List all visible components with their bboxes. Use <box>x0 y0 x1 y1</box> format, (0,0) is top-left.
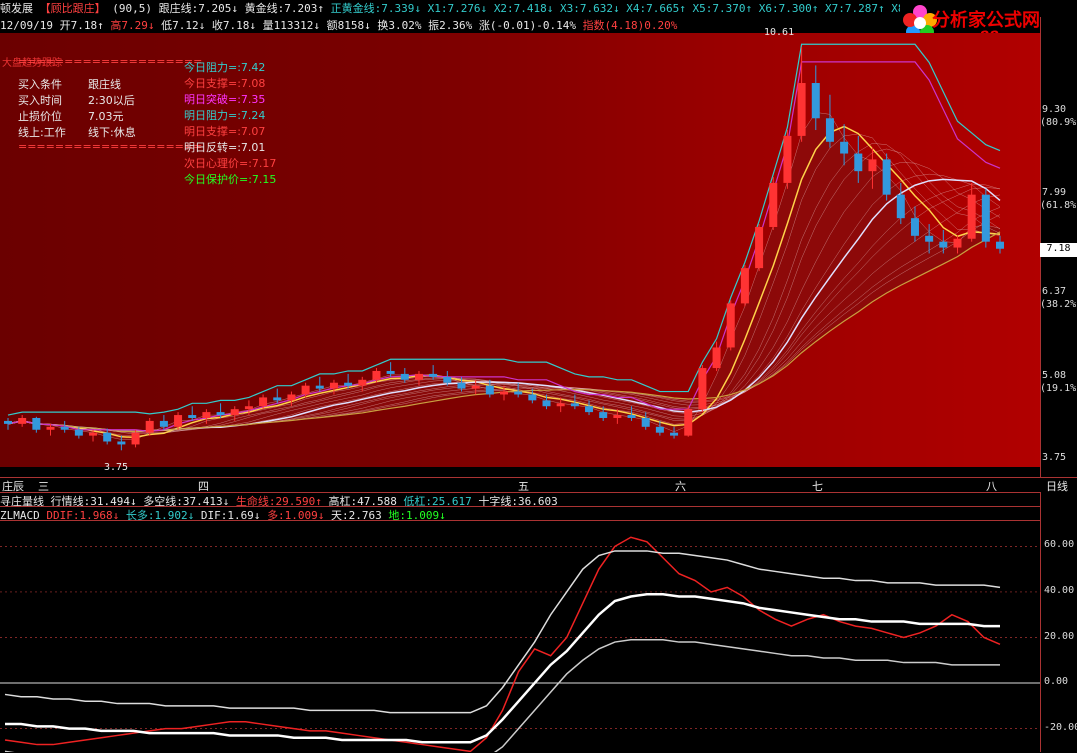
y-tick-pct: (38.2%) <box>1040 299 1077 310</box>
sub-y-tick-label: 60.00 <box>1044 539 1075 551</box>
y-tick-label: 9.30 <box>1042 104 1067 115</box>
y-tick-label: 5.08 <box>1042 370 1067 381</box>
sub-series-line <box>5 592 1000 744</box>
sub-y-tick-label: 0.00 <box>1044 676 1069 688</box>
y-tick-label: 3.75 <box>1042 452 1067 463</box>
current-price-tag: 7.18 <box>1040 243 1077 257</box>
y-tick-label: 6.37 <box>1042 286 1067 297</box>
sub-y-tick-label: -20.00 <box>1044 721 1077 733</box>
period-label[interactable]: 日线 <box>1046 478 1068 494</box>
sub-y-tick-label: 40.00 <box>1044 584 1075 596</box>
y-tick-label: 7.99 <box>1042 187 1067 198</box>
y-tick-pct: (61.8%) <box>1040 200 1077 211</box>
y-tick-pct: (80.9%) <box>1040 117 1077 128</box>
sub-chart <box>0 536 1040 752</box>
sub-series-line <box>4 550 1001 714</box>
sub-series-line <box>4 639 1000 752</box>
y-tick-pct: (19.1%) <box>1040 383 1077 394</box>
sub-y-tick-label: 20.00 <box>1044 630 1075 642</box>
